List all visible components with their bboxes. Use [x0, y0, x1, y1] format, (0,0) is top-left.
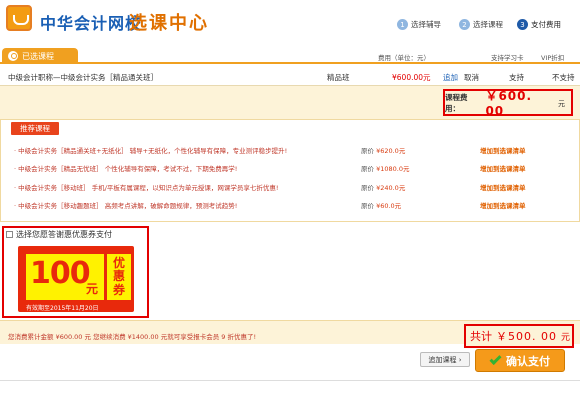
- rec-title: · 中级会计实务［移动班］ 手机/平板有属课程，以知识点为单元授课，网课学员享七…: [14, 184, 279, 192]
- cancel-link[interactable]: 取消: [464, 72, 479, 83]
- rec-name[interactable]: 中级会计实务［精品无忧班］: [18, 165, 103, 173]
- brand-name: 中华会计网校: [40, 14, 143, 33]
- total-unit: 元: [561, 332, 571, 343]
- tab-selected-courses[interactable]: 已选课程: [2, 48, 78, 64]
- step-number: 3: [517, 19, 528, 30]
- course-price: ¥600.00元: [392, 73, 431, 82]
- spending-message: 您消费累计金额 ¥600.00 元 您继续消费 ¥1400.00 元就可享受报卡…: [8, 333, 257, 341]
- rec-price-label: 原价: [361, 147, 374, 155]
- add-to-list-link[interactable]: 增加到选课清单: [480, 200, 526, 210]
- rec-price-value: ¥240.0元: [376, 184, 406, 192]
- coupon-side-char: 券: [112, 282, 125, 297]
- col-fee: 费用（单位：元）: [378, 54, 430, 62]
- coupon-amount: 100: [30, 256, 91, 291]
- add-link[interactable]: 追加: [443, 72, 458, 83]
- rec-price-label: 原价: [361, 202, 374, 210]
- rec-price-value: ¥620.0元: [376, 147, 406, 155]
- rec-desc: 个性化辅导有保障，考试不过，下期免费再学!: [104, 165, 238, 173]
- coupon-side-label: 优 惠 券: [107, 254, 131, 300]
- coupon-expiry: 有效期至2015年11月20日: [26, 305, 99, 312]
- step-label: 选择辅导: [411, 20, 441, 29]
- card-support: 支持: [509, 73, 524, 82]
- fee-unit: 元: [558, 100, 565, 108]
- coupon-side-char: 惠: [112, 269, 125, 284]
- total-value: ￥500. 00: [496, 330, 557, 343]
- step-number: 1: [397, 19, 408, 30]
- course-fee-box: 课程费用： ￥600. 00 元: [443, 89, 573, 118]
- rec-price: 原价 ¥240.0元: [361, 182, 405, 192]
- confirm-pay-button[interactable]: 确认支付: [475, 349, 565, 372]
- coupon-currency: 元: [86, 282, 99, 296]
- coupon-title: 选择您愿答谢惠优惠券支付: [16, 230, 112, 239]
- rec-name[interactable]: 中级会计实务［精品通关班+无纸化］: [18, 147, 127, 155]
- rec-price-value: ¥60.0元: [376, 202, 402, 210]
- confirm-pay-label: 确认支付: [506, 354, 550, 368]
- list-item: · 中级会计实务［移动趣题班］ 高频考点讲解，破解命题规律，预测考试趋势! 原价…: [0, 195, 580, 214]
- add-to-list-link[interactable]: 增加到选课清单: [480, 163, 526, 173]
- rec-price-label: 原价: [361, 184, 374, 192]
- step-label: 选择课程: [473, 20, 503, 29]
- step-number: 2: [459, 19, 470, 30]
- total-label: 共计: [470, 330, 492, 343]
- add-course-button[interactable]: 追加课程 ›: [420, 352, 470, 367]
- check-icon: [489, 352, 502, 366]
- course-name: 中级会计职称—中级会计实务［精品通关班］: [8, 73, 158, 82]
- logo-icon: [6, 5, 32, 31]
- tab-label: 已选课程: [22, 51, 54, 61]
- fee-value: ￥600. 00: [485, 89, 533, 118]
- add-to-list-link[interactable]: 增加到选课清单: [480, 145, 526, 155]
- rec-name[interactable]: 中级会计实务［移动班］: [18, 184, 90, 192]
- rec-desc: 辅导+无纸化，个性化辅导有保障，专业测评稳步提升!: [129, 147, 288, 155]
- total-box: 共计 ￥500. 00 元: [464, 324, 574, 348]
- vip-support: 不支持: [552, 73, 575, 82]
- page-title: 选课中心: [129, 13, 209, 34]
- step-select-course[interactable]: 2 选择课程: [459, 19, 503, 30]
- rec-desc: 高频考点讲解，破解命题规律，预测考试趋势!: [104, 202, 238, 210]
- course-type: 精品班: [327, 73, 350, 82]
- rec-title: · 中级会计实务［精品通关班+无纸化］ 辅导+无纸化，个性化辅导有保障，专业测评…: [14, 147, 288, 155]
- footer-divider: [0, 380, 580, 381]
- rec-price-label: 原价: [361, 165, 374, 173]
- col-card: 支持学习卡: [491, 54, 524, 62]
- list-item: · 中级会计实务［精品无忧班］ 个性化辅导有保障，考试不过，下期免费再学! 原价…: [0, 158, 580, 177]
- step-label: 支付费用: [531, 20, 561, 29]
- cart-icon: [8, 51, 18, 61]
- rec-title: · 中级会计实务［移动趣题班］ 高频考点讲解，破解命题规律，预测考试趋势!: [14, 202, 238, 210]
- table-row: 中级会计职称—中级会计实务［精品通关班］ 精品班 ¥600.00元 追加 取消 …: [0, 66, 580, 86]
- fee-label: 课程费用：: [445, 92, 468, 113]
- list-item: · 中级会计实务［精品通关班+无纸化］ 辅导+无纸化，个性化辅导有保障，专业测评…: [0, 140, 580, 159]
- rec-price: 原价 ¥60.0元: [361, 200, 401, 210]
- col-vip: VIP折扣: [541, 54, 565, 62]
- rec-title: · 中级会计实务［精品无忧班］ 个性化辅导有保障，考试不过，下期免费再学!: [14, 165, 238, 173]
- rec-name[interactable]: 中级会计实务［移动趣题班］: [18, 202, 103, 210]
- rec-price-value: ¥1080.0元: [376, 165, 410, 173]
- step-select-tutoring[interactable]: 1 选择辅导: [397, 19, 441, 30]
- coupon-checkbox[interactable]: [6, 231, 13, 238]
- recommend-tab[interactable]: 推荐课程: [11, 122, 59, 135]
- list-item: · 中级会计实务［移动班］ 手机/平板有属课程，以知识点为单元授课，网课学员享七…: [0, 177, 580, 196]
- rec-desc: 手机/平板有属课程，以知识点为单元授课，网课学员享七折优惠!: [91, 184, 279, 192]
- rec-price: 原价 ¥620.0元: [361, 145, 405, 155]
- rec-price: 原价 ¥1080.0元: [361, 163, 409, 173]
- step-pay[interactable]: 3 支付费用: [517, 19, 561, 30]
- add-to-list-link[interactable]: 增加到选课清单: [480, 182, 526, 192]
